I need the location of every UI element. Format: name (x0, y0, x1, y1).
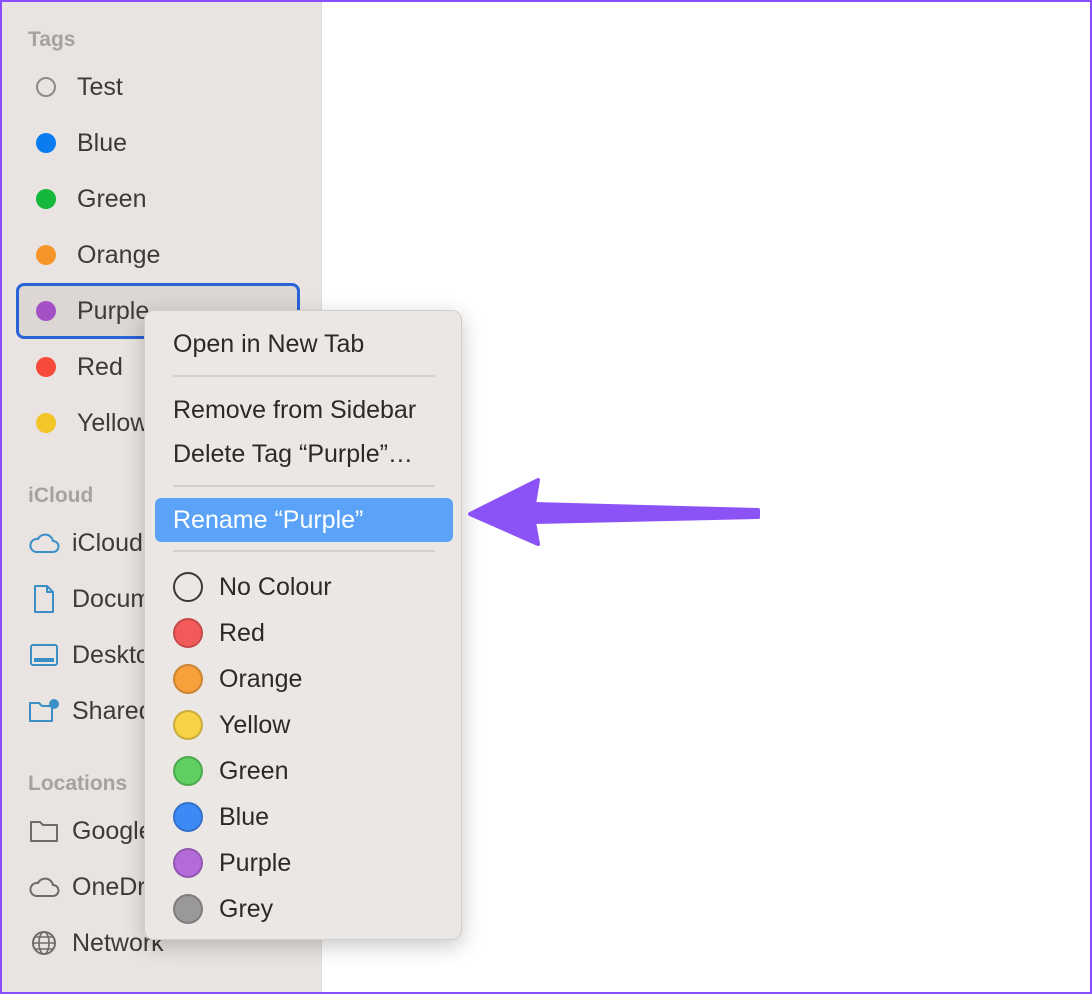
menu-color-purple[interactable]: Purple (173, 843, 291, 883)
color-swatch-icon (173, 802, 203, 832)
color-swatch-icon (173, 756, 203, 786)
color-label: Red (219, 618, 265, 647)
color-label: Yellow (219, 710, 291, 739)
folder-icon (28, 815, 60, 847)
menu-color-yellow[interactable]: Yellow (173, 705, 290, 745)
annotation-arrow-icon (466, 474, 766, 553)
color-label: Grey (219, 894, 274, 923)
cloud-icon (28, 871, 60, 903)
tag-dot-icon (36, 413, 56, 433)
menu-separator (173, 375, 435, 377)
menu-color-grey[interactable]: Grey (173, 889, 273, 929)
color-label: Blue (219, 802, 270, 831)
tag-dot-icon (36, 133, 56, 153)
icloud-section-title: iCloud (28, 484, 94, 507)
color-swatch-icon (173, 618, 203, 648)
menu-separator (173, 485, 435, 487)
sidebar-tag-orange[interactable]: Orange (16, 227, 300, 283)
sidebar-item-label: Purple (77, 296, 150, 325)
sidebar-item-label: Orange (77, 240, 161, 269)
tag-dot-icon (36, 189, 56, 209)
tag-dot-icon (36, 301, 56, 321)
menu-delete-tag[interactable]: Delete Tag “Purple”… (155, 432, 453, 476)
tag-dot-icon (36, 77, 56, 97)
globe-icon (28, 927, 60, 959)
color-swatch-icon (173, 848, 203, 878)
tag-dot-icon (36, 245, 56, 265)
shared-folder-icon (28, 695, 60, 727)
sidebar-tag-blue[interactable]: Blue (16, 115, 300, 171)
color-label: Purple (219, 848, 292, 877)
sidebar-tag-test[interactable]: Test (16, 59, 300, 115)
cloud-icon (28, 527, 60, 559)
sidebar-item-label: Shared (72, 696, 153, 725)
menu-rename-tag[interactable]: Rename “Purple” (155, 498, 453, 542)
color-label: Orange (219, 664, 303, 693)
menu-open-in-new-tab[interactable]: Open in New Tab (155, 322, 453, 366)
sidebar-item-label: Blue (77, 128, 128, 157)
color-swatch-icon (173, 894, 203, 924)
menu-color-green[interactable]: Green (173, 751, 288, 791)
menu-color-blue[interactable]: Blue (173, 797, 269, 837)
sidebar-item-label: Green (77, 184, 147, 213)
color-swatch-icon (173, 572, 203, 602)
color-swatch-icon (173, 710, 203, 740)
color-label: Green (219, 756, 289, 785)
tag-dot-icon (36, 357, 56, 377)
locations-section-title: Locations (28, 772, 128, 795)
sidebar-item-label: Red (77, 352, 123, 381)
document-icon (28, 583, 60, 615)
desktop-icon (28, 639, 60, 671)
context-menu: Open in New Tab Remove from Sidebar Dele… (144, 310, 462, 940)
sidebar-item-label: Yellow (77, 408, 149, 437)
sidebar-tag-green[interactable]: Green (16, 171, 300, 227)
menu-remove-from-sidebar[interactable]: Remove from Sidebar (155, 388, 453, 432)
color-label: No Colour (219, 572, 332, 601)
sidebar-item-label: Test (77, 72, 123, 101)
menu-color-red[interactable]: Red (173, 613, 265, 653)
color-swatch-icon (173, 664, 203, 694)
menu-color-orange[interactable]: Orange (173, 659, 302, 699)
menu-separator (173, 550, 435, 552)
menu-color-no-colour[interactable]: No Colour (173, 567, 332, 607)
tags-section-title: Tags (28, 28, 76, 51)
